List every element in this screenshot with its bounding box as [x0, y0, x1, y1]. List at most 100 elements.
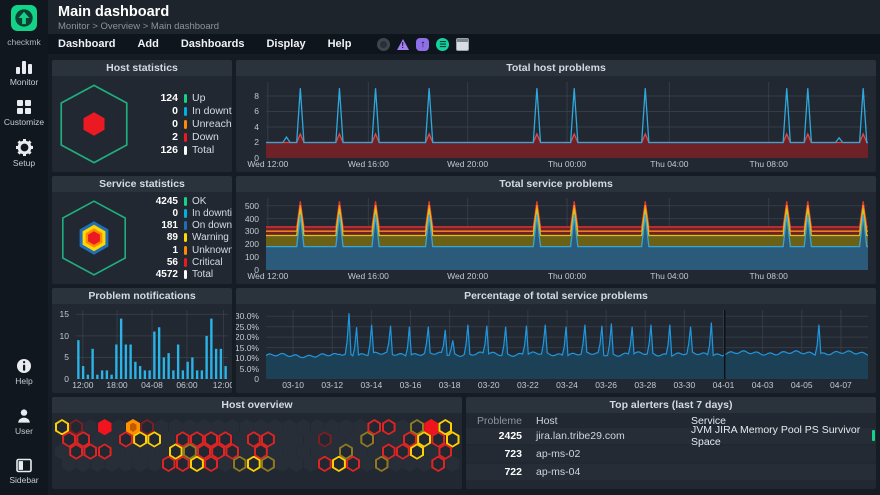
stat-label: Unknown — [192, 245, 232, 256]
menubar: Dashboard Add Dashboards Display Help ↑ … — [48, 34, 880, 54]
y-tick-label: 30.0% — [236, 311, 259, 321]
stat-value: 1 — [136, 245, 178, 256]
host-state-hexagon[interactable] — [52, 82, 136, 166]
x-tick-label: 03-14 — [360, 380, 382, 390]
x-tick-label: 04-07 — [830, 380, 852, 390]
notifications-chart[interactable]: 051015 12:0018:0004-0806:0012:00 — [76, 310, 228, 379]
y-tick-label: 2 — [254, 137, 259, 147]
menu-item-dashboards[interactable]: Dashboards — [181, 38, 245, 50]
stat-row-on-down-host[interactable]: 181On down host — [136, 220, 232, 232]
menubar-icons: ↑ ☰ — [377, 38, 469, 51]
stat-label: Critical — [192, 257, 223, 268]
stat-row-warning[interactable]: 89Warning — [136, 232, 232, 244]
sidebar-item-label: Customize — [4, 117, 44, 127]
main-area: Main dashboard Monitor > Overview > Main… — [48, 0, 880, 495]
cell-service[interactable]: JVM JIRA Memory Pool PS Survivor Space — [683, 424, 876, 448]
stat-label: Down — [192, 131, 219, 143]
y-tick-label: 6 — [254, 106, 259, 116]
y-tick-label: 15.0% — [236, 343, 259, 353]
panel-top-alerters: Top alerters (last 7 days) Probleme Host… — [466, 397, 876, 489]
warning-icon[interactable] — [397, 39, 409, 50]
stat-row-up[interactable]: 124Up — [136, 92, 232, 105]
plot-area[interactable] — [266, 82, 868, 158]
x-tick-label: Wed 20:00 — [447, 159, 488, 169]
status-color-swatch — [184, 133, 187, 142]
sidebar-item-help[interactable]: Help — [15, 358, 32, 386]
menu-item-dashboard[interactable]: Dashboard — [58, 38, 115, 50]
service-percentage-chart[interactable]: 05.0%10.0%15.0%20.0%25.0%30.0% 03-1003-1… — [266, 310, 868, 379]
menu-item-help[interactable]: Help — [328, 38, 352, 50]
x-tick-label: Thu 00:00 — [548, 159, 586, 169]
stat-row-total[interactable]: 4572Total — [136, 269, 232, 281]
sidebar-item-label: Monitor — [10, 77, 38, 87]
x-tick-label: 04-08 — [141, 380, 163, 390]
sidebar-item-setup[interactable]: Setup — [13, 139, 35, 168]
y-tick-label: 8 — [254, 91, 259, 101]
table-row[interactable]: 723 ap-ms-02 — [466, 446, 876, 464]
x-axis: 03-1003-1203-1403-1603-1803-2003-2203-24… — [266, 380, 868, 392]
y-tick-label: 5.0% — [240, 364, 259, 374]
stat-row-unreachable[interactable]: 0Unreachable — [136, 118, 232, 131]
plot-area[interactable] — [76, 310, 228, 379]
stat-row-critical[interactable]: 56Critical — [136, 256, 232, 268]
sidebar: checkmk Monitor Customize — [0, 0, 48, 495]
grid-icon — [16, 99, 32, 115]
update-icon[interactable]: ↑ — [416, 38, 429, 51]
x-tick-label: Wed 16:00 — [348, 159, 389, 169]
cell-host[interactable]: jira.lan.tribe29.com — [528, 430, 683, 442]
stat-value: 124 — [136, 92, 178, 104]
sidebar-item-sidebar[interactable]: Sidebar — [9, 458, 38, 485]
plot-area[interactable] — [266, 198, 868, 270]
menu-item-display[interactable]: Display — [266, 38, 305, 50]
layout-icon[interactable] — [456, 38, 469, 51]
stat-row-unknown[interactable]: 1 Unknown — [136, 244, 232, 256]
table-row[interactable]: 2425 jira.lan.tribe29.com JVM JIRA Memor… — [466, 428, 876, 446]
stat-label: OK — [192, 196, 206, 207]
column-header-probleme[interactable]: Probleme — [466, 415, 528, 427]
checkmk-logo[interactable]: checkmk — [7, 5, 41, 47]
x-axis: Wed 12:00Wed 16:00Wed 20:00Thu 00:00Thu … — [266, 159, 868, 171]
top-alerters-table: Probleme Host Service 2425 jira.lan.trib… — [466, 413, 876, 489]
column-header-host[interactable]: Host — [528, 415, 683, 427]
panel-icon — [16, 458, 32, 473]
y-axis: 051015 — [52, 310, 72, 379]
service-problems-chart[interactable]: 0100200300400500 Wed 12:00Wed 16:00Wed 2… — [266, 198, 868, 270]
sidebar-item-user[interactable]: User — [15, 408, 33, 436]
x-tick-label: 04-05 — [791, 380, 813, 390]
stat-row-ok[interactable]: 4245OK — [136, 195, 232, 207]
cell-host[interactable]: ap-ms-04 — [528, 466, 683, 478]
x-tick-label: 03-30 — [674, 380, 696, 390]
x-tick-label: Thu 00:00 — [548, 271, 586, 281]
x-tick-label: Thu 04:00 — [650, 271, 688, 281]
stat-row-down[interactable]: 2Down — [136, 131, 232, 144]
checkmk-logo-icon — [11, 5, 37, 31]
stat-row-in-downtime[interactable]: 0In downtime — [136, 207, 232, 219]
x-tick-label: 03-20 — [478, 380, 500, 390]
scrollbar[interactable] — [872, 430, 875, 441]
status-color-swatch — [184, 270, 187, 279]
y-axis: 02468 — [236, 82, 262, 158]
site-status-icon[interactable] — [377, 38, 390, 51]
sidebar-item-monitor[interactable]: Monitor — [10, 59, 38, 87]
x-tick-label: Thu 08:00 — [750, 271, 788, 281]
plot-area[interactable] — [266, 310, 868, 379]
sidebar-item-label: Setup — [13, 158, 35, 168]
filter-icon[interactable]: ☰ — [436, 38, 449, 51]
stat-row-total[interactable]: 126Total — [136, 144, 232, 157]
service-state-hexagon[interactable] — [52, 198, 136, 278]
x-tick-label: Wed 20:00 — [447, 271, 488, 281]
x-tick-label: 06:00 — [176, 380, 197, 390]
breadcrumb[interactable]: Monitor > Overview > Main dashboard — [58, 21, 880, 32]
panel-host-statistics: Host statistics 124Up0In downtime0Unreac… — [52, 60, 232, 172]
x-axis: 12:0018:0004-0806:0012:00 — [76, 380, 228, 392]
stat-row-in-downtime[interactable]: 0In downtime — [136, 105, 232, 118]
menu-item-add[interactable]: Add — [137, 38, 158, 50]
y-tick-label: 10 — [60, 331, 69, 341]
stat-value: 0 — [136, 118, 178, 130]
sidebar-item-customize[interactable]: Customize — [4, 99, 44, 127]
y-tick-label: 300 — [245, 226, 259, 236]
y-tick-label: 5 — [64, 352, 69, 362]
cell-host[interactable]: ap-ms-02 — [528, 448, 683, 460]
host-problems-chart[interactable]: 02468 Wed 12:00Wed 16:00Wed 20:00Thu 00:… — [266, 82, 868, 158]
table-row[interactable]: 722 ap-ms-04 — [466, 464, 876, 482]
